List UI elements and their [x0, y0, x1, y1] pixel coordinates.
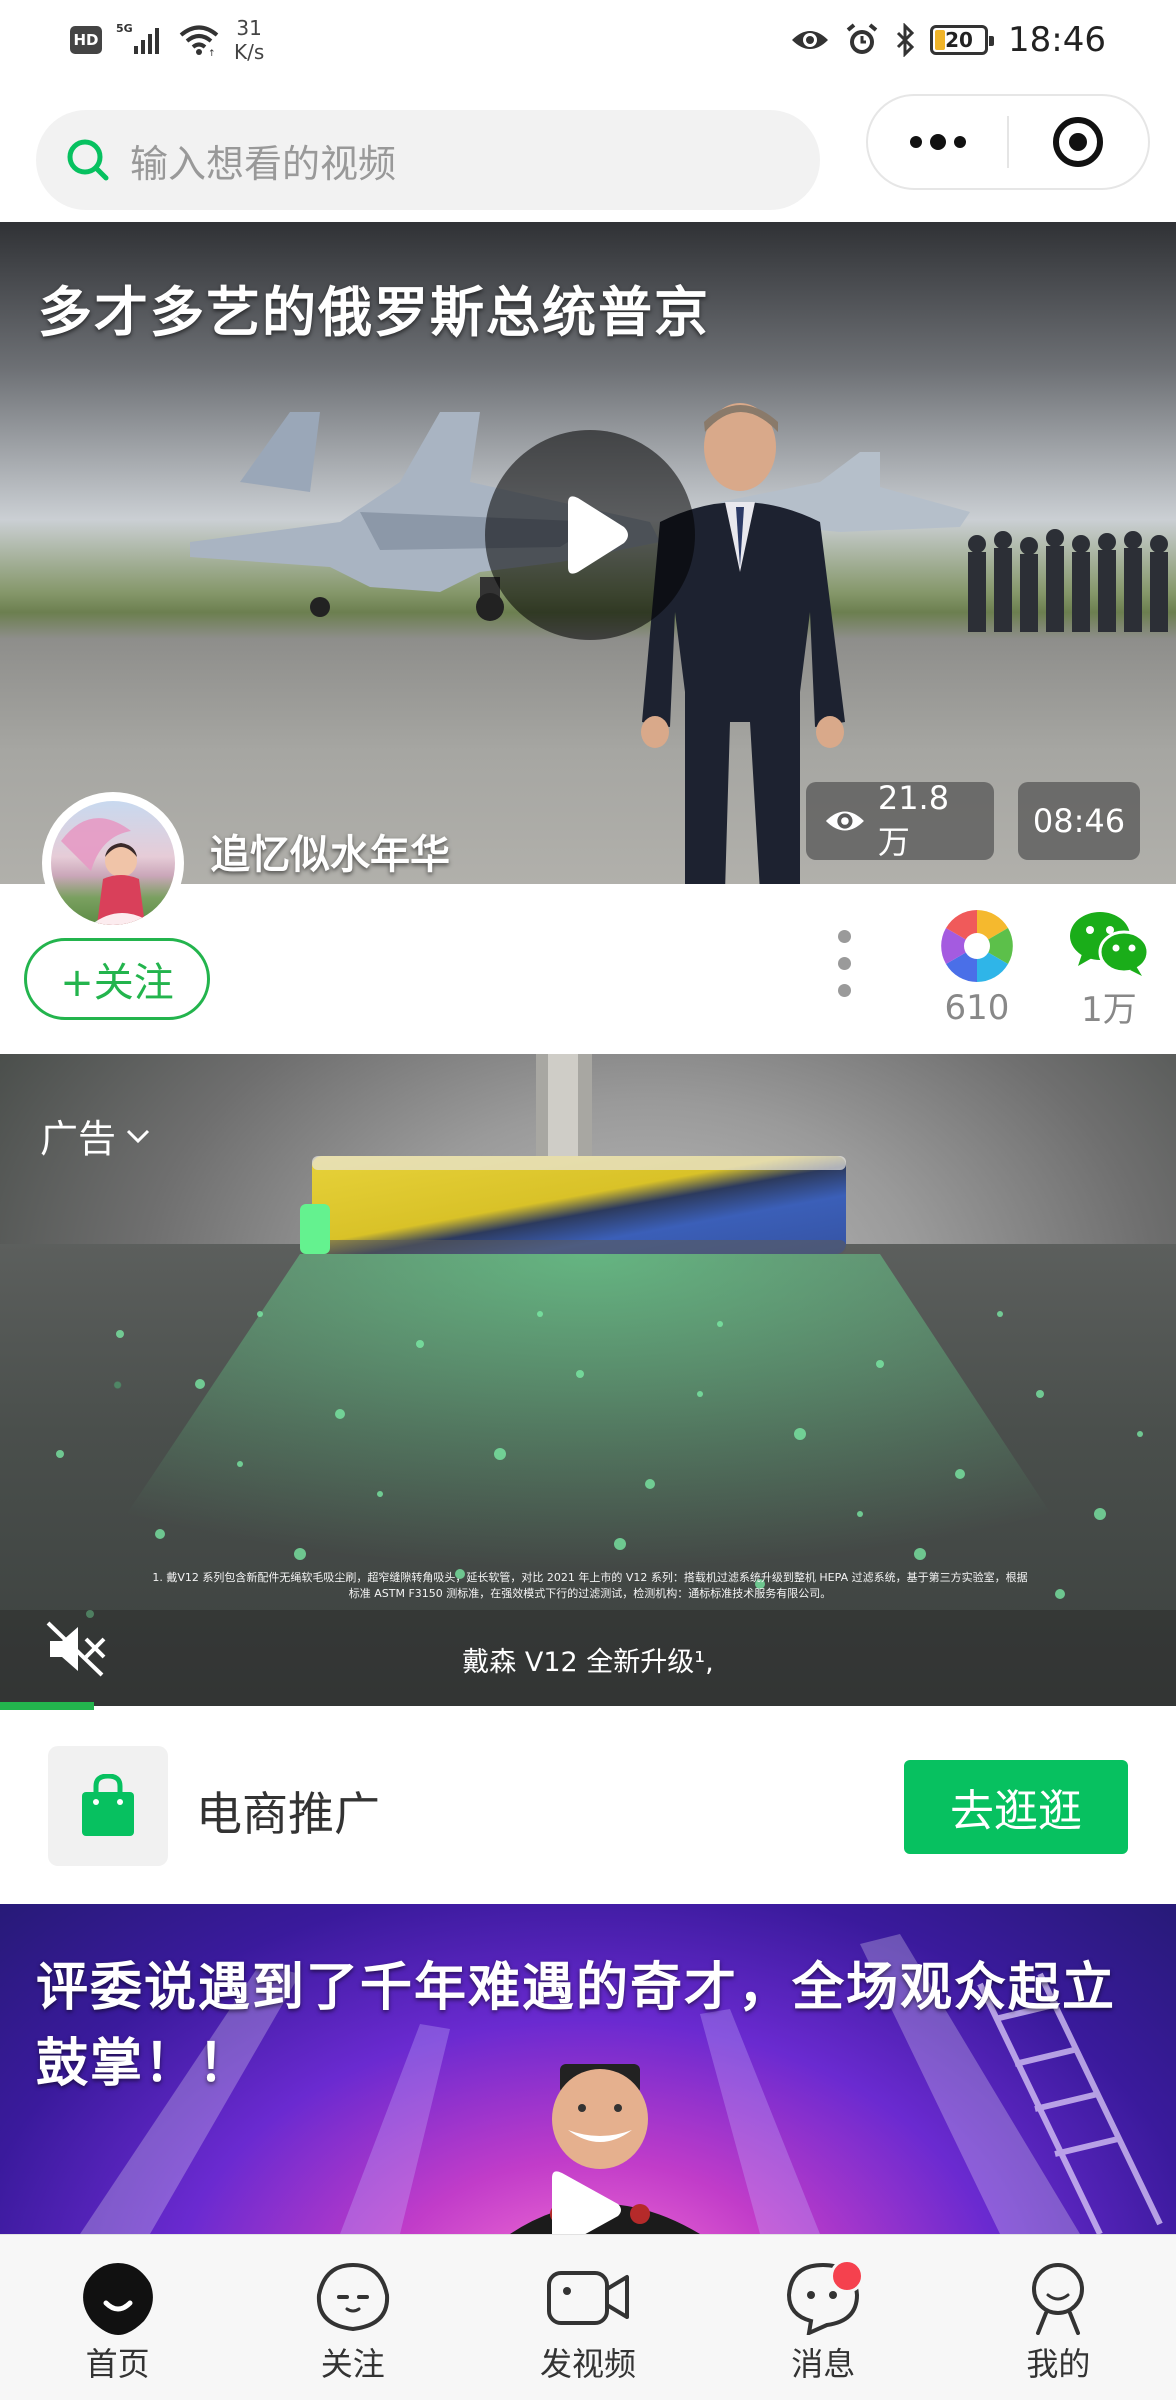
avatar-image [51, 801, 175, 925]
ad-label: 广告 [40, 1117, 117, 1161]
share-moments-button[interactable]: 610 [922, 908, 1032, 1028]
author-name[interactable]: 追忆似水年华 [210, 822, 450, 880]
search-placeholder: 输入想看的视频 [130, 141, 397, 186]
status-bar: HD 5G ↑ 31 K/s 20 18:46 [0, 0, 1176, 80]
ad-disclaimer: 1. 戴V12 系列包含新配件无绳软毛吸尘刷，超窄缝隙转角吸头，延长软管，对比 … [152, 1571, 1028, 1600]
speed-value: 31 [236, 16, 262, 40]
avatar-girl-illustration [61, 818, 155, 925]
eye-icon [792, 31, 829, 49]
wechat-count: 1万 [1081, 990, 1137, 1030]
tab-post-video[interactable]: 发视频 [470, 2235, 705, 2400]
battery-indicator: 20 [930, 25, 995, 55]
tab-messages[interactable]: 消息 [706, 2235, 941, 2400]
alarm-icon [846, 23, 878, 54]
speaker-muted-icon [46, 1621, 106, 1677]
mute-button[interactable] [44, 1616, 110, 1682]
close-mini-program-button[interactable] [1009, 96, 1148, 188]
more-options-button[interactable] [838, 930, 851, 997]
tab-home[interactable]: 首页 [0, 2235, 235, 2400]
follow-face-icon [316, 2262, 389, 2332]
video-card-putin[interactable]: 多才多艺的俄罗斯总统普京 21.8万 08:46 追忆似水年华 [0, 222, 1176, 884]
status-left: HD 5G ↑ 31 K/s [70, 16, 264, 64]
bottom-tab-bar: 首页 关注 发视频 消息 我的 [0, 2234, 1176, 2400]
follow-label: +关注 [60, 960, 174, 1006]
more-button[interactable] [868, 96, 1007, 188]
view-count-badge: 21.8万 [806, 779, 994, 861]
duration: 08:46 [1032, 802, 1126, 840]
battery-level: 20 [945, 28, 973, 52]
status-right: 20 18:46 [790, 20, 1106, 60]
tab-profile[interactable]: 我的 [941, 2235, 1176, 2400]
tab-label: 消息 [791, 2345, 856, 2383]
ad-video-card[interactable]: 广告 1. 戴V12 系列包含新配件无绳软毛吸尘刷，超窄缝隙转角吸头，延长软管，… [0, 1054, 1176, 1706]
moments-aperture-icon [941, 910, 1013, 982]
play-icon [568, 496, 628, 574]
vacuum-illustration [300, 1054, 846, 1254]
target-circle-icon [1053, 117, 1104, 167]
more-dots-icon [909, 134, 966, 150]
profile-icon [1032, 2263, 1085, 2335]
signal-icon: 5G [116, 22, 159, 54]
share-wechat-button[interactable]: 1万 [1054, 908, 1164, 1031]
dot [838, 957, 851, 970]
follow-button[interactable]: +关注 [24, 938, 210, 1020]
tab-follow[interactable]: 关注 [235, 2235, 470, 2400]
crowd-illustration [968, 529, 1168, 632]
wifi-icon: ↑ [179, 25, 219, 57]
shop-icon-box [48, 1746, 168, 1866]
tab-label: 关注 [320, 2345, 385, 2383]
mini-program-capsule [866, 94, 1150, 190]
ad-caption: 戴森 V12 全新升级¹, [462, 1647, 714, 1678]
search-input[interactable]: 输入想看的视频 [36, 110, 820, 210]
author-avatar[interactable] [42, 792, 184, 934]
dot [838, 984, 851, 997]
speed-unit: K/s [234, 40, 265, 64]
ad-label-dropdown[interactable]: 广告 [40, 1108, 152, 1163]
duration-badge: 08:46 [1018, 782, 1140, 860]
play-button[interactable] [485, 430, 695, 640]
home-icon [82, 2263, 153, 2335]
tab-label: 我的 [1026, 2345, 1091, 2383]
chevron-down-icon [126, 1129, 150, 1143]
wechat-icon [1070, 912, 1150, 976]
shopping-bag-icon [82, 1774, 134, 1836]
bluetooth-icon [896, 23, 915, 57]
dot [838, 930, 851, 943]
video-camera-icon [547, 2271, 629, 2325]
tab-label: 首页 [85, 2345, 150, 2383]
hd-badge: HD [70, 26, 102, 54]
video-title: 多才多艺的俄罗斯总统普京 [38, 281, 710, 344]
eye-icon [825, 811, 864, 831]
moments-count: 610 [944, 988, 1010, 1028]
tab-label: 发视频 [540, 2345, 637, 2383]
video-card-talent[interactable]: 评委说遇到了千年难遇的奇才，全场观众起立鼓掌！！ [0, 1904, 1176, 2234]
clock: 18:46 [1008, 20, 1106, 60]
ad-progress-bar [0, 1702, 94, 1710]
go-shopping-button[interactable]: 去逛逛 [904, 1760, 1128, 1854]
svg-text:5G: 5G [116, 22, 133, 35]
network-speed: 31 K/s [234, 16, 264, 64]
play-icon[interactable] [540, 2164, 640, 2234]
shop-title: 电商推广 [196, 1787, 380, 1841]
search-icon [67, 139, 109, 181]
svg-text:↑: ↑ [208, 49, 216, 57]
video-title: 评委说遇到了千年难遇的奇才，全场观众起立鼓掌！！ [36, 1958, 1117, 2094]
unread-badge [829, 2259, 864, 2293]
view-count: 21.8万 [877, 779, 950, 861]
